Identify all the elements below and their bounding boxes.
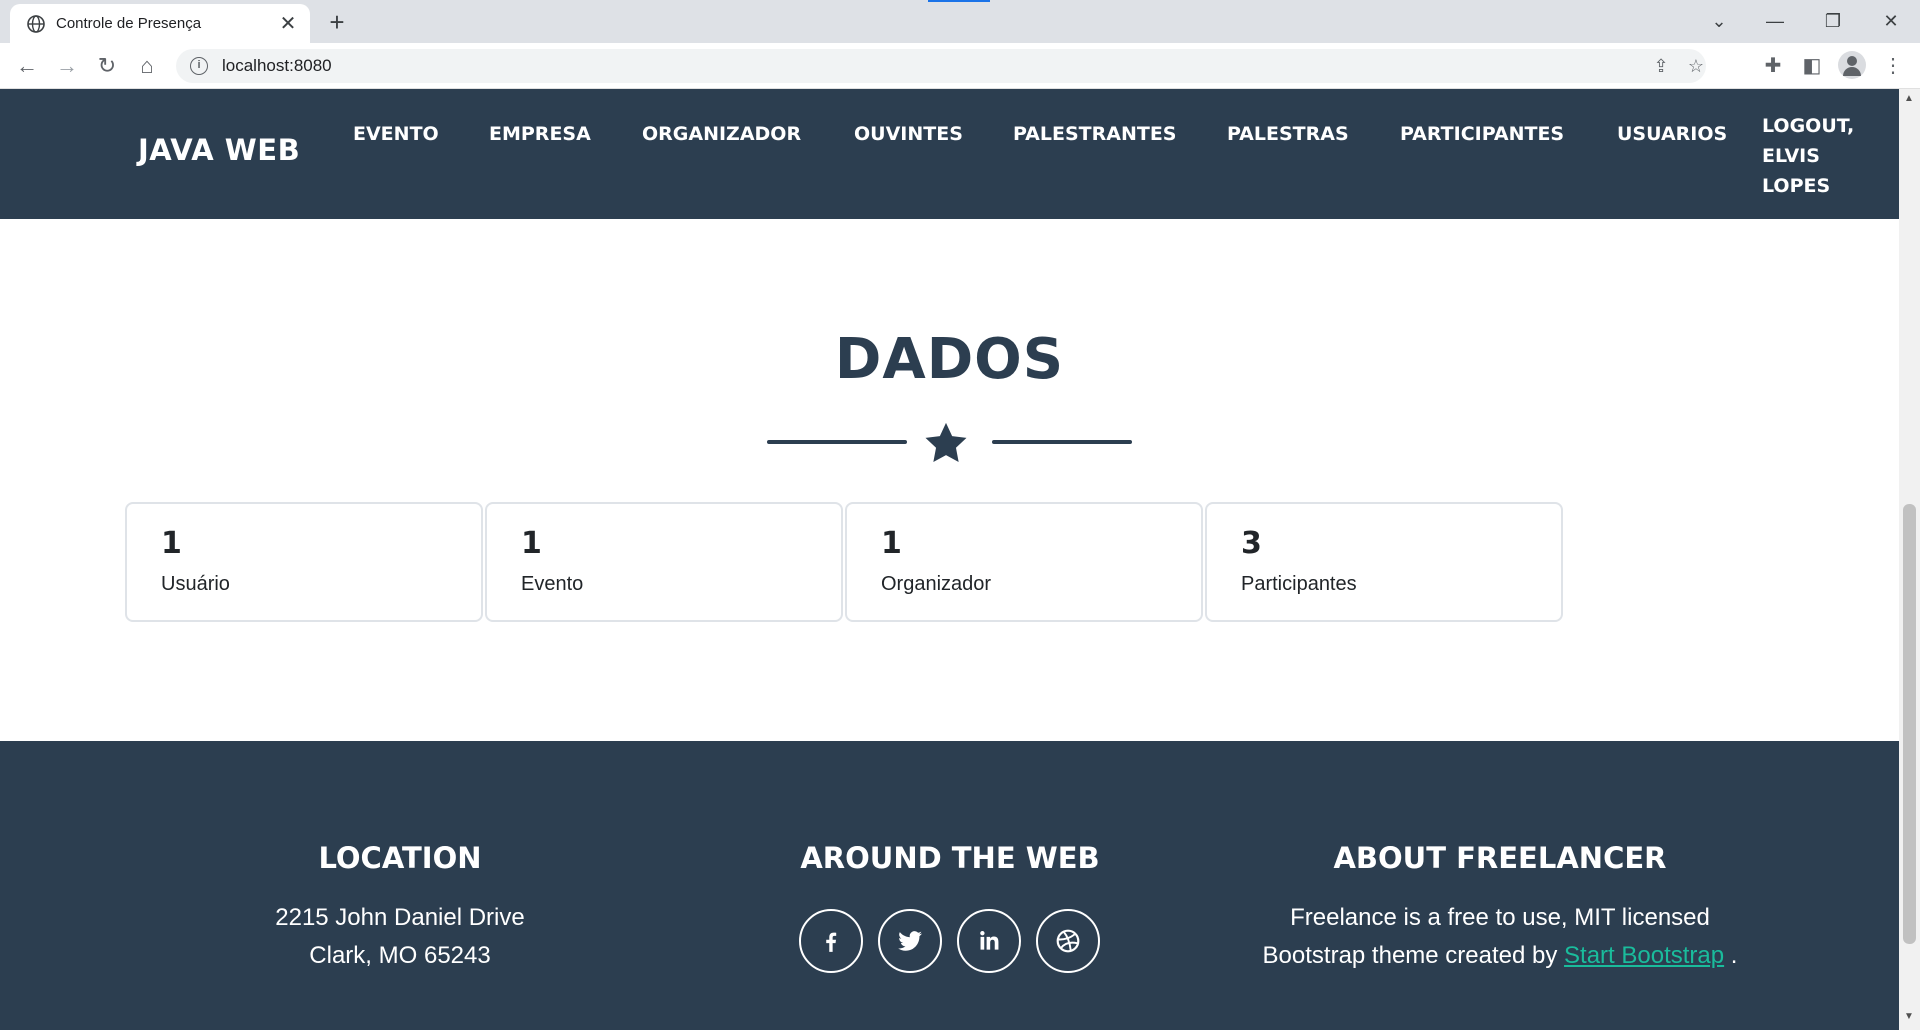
footer-about-text: Freelance is a free to use, MIT licensed… [1250,899,1750,975]
new-tab-button[interactable]: + [322,8,352,38]
logout-line-3: LOPES [1762,175,1831,197]
nav-link-participantes[interactable]: PARTICIPANTES [1400,123,1564,145]
minimize-button[interactable]: — [1752,6,1798,36]
side-panel-icon[interactable]: ◧ [1797,51,1827,81]
stat-card-evento: 1 Evento [485,502,843,622]
nav-link-ouvintes[interactable]: OUVINTES [854,123,963,145]
reload-icon[interactable]: ↻ [92,51,122,81]
restore-button[interactable]: ❐ [1810,6,1856,36]
about-line-2-prefix: Bootstrap theme created by [1262,942,1565,969]
home-icon[interactable]: ⌂ [132,51,162,81]
nav-link-palestrantes[interactable]: PALESTRANTES [1013,123,1176,145]
facebook-icon[interactable] [799,909,863,973]
start-bootstrap-link[interactable]: Start Bootstrap [1564,942,1724,969]
linkedin-icon[interactable] [957,909,1021,973]
dribbble-icon[interactable] [1036,909,1100,973]
extensions-icon[interactable]: ✚ [1758,51,1788,81]
brand-logo[interactable]: JAVA WEB [138,133,300,167]
stat-label: Organizador [881,573,992,595]
browser-toolbar: ← → ↻ ⌂ i localhost:8080 ⇪ ☆ ✚ ◧ ⋮ [0,43,1920,89]
stat-value: 1 [161,526,182,561]
nav-link-organizador[interactable]: ORGANIZADOR [642,123,801,145]
share-icon[interactable]: ⇪ [1646,49,1676,83]
nav-link-logout[interactable]: LOGOUT, ELVIS LOPES [1762,111,1872,201]
stat-label: Evento [521,573,584,595]
logout-line-1: LOGOUT, [1762,115,1855,137]
footer-about-title: ABOUT FREELANCER [1333,841,1667,875]
star-icon [925,422,967,462]
stat-label: Participantes [1241,573,1357,595]
close-tab-icon[interactable]: ✕ [278,11,298,36]
url-text: localhost:8080 [222,56,332,75]
globe-icon [27,14,45,33]
scroll-down-icon[interactable]: ▼ [1904,1011,1914,1022]
logout-line-2: ELVIS [1762,145,1820,167]
close-window-button[interactable]: ✕ [1868,6,1914,36]
forward-icon[interactable]: → [52,51,82,81]
footer-location-title: LOCATION [318,841,482,875]
stat-card-participantes: 3 Participantes [1205,502,1563,622]
stat-card-organizador: 1 Organizador [845,502,1203,622]
page-scrollbar[interactable]: ▲ ▼ [1899,89,1920,1030]
address-line-2: Clark, MO 65243 [309,942,491,969]
page-viewport: JAVA WEB EVENTO EMPRESA ORGANIZADOR OUVI… [0,89,1899,1030]
divider-line-right [992,440,1132,444]
footer-web-title: AROUND THE WEB [800,841,1100,875]
nav-link-evento[interactable]: EVENTO [353,123,439,145]
footer-location: LOCATION 2215 John Daniel Drive Clark, MO… [150,841,650,975]
page-title: DADOS [834,327,1065,392]
address-bar[interactable]: i localhost:8080 ⇪ ☆ [176,49,1706,83]
divider-line-left [767,440,907,444]
footer-around-the-web: AROUND THE WEB [700,841,1200,875]
stat-label: Usuário [161,573,230,595]
stat-card-usuario: 1 Usuário [125,502,483,622]
browser-tab[interactable]: Controle de Presença ✕ [10,4,310,43]
site-navbar: JAVA WEB EVENTO EMPRESA ORGANIZADOR OUVI… [0,89,1899,219]
stat-value: 1 [521,526,542,561]
tabstrip-accent [928,0,990,2]
nav-link-usuarios[interactable]: USUARIOS [1617,123,1727,145]
twitter-icon[interactable] [878,909,942,973]
about-line-1: Freelance is a free to use, MIT licensed [1290,904,1710,931]
tab-search-icon[interactable]: ⌄ [1696,6,1742,36]
back-icon[interactable]: ← [12,51,42,81]
scrollbar-thumb[interactable] [1903,504,1916,944]
profile-avatar[interactable] [1838,51,1866,79]
nav-link-empresa[interactable]: EMPRESA [489,123,591,145]
footer-about: ABOUT FREELANCER Freelance is a free to … [1250,841,1750,975]
stat-value: 1 [881,526,902,561]
site-footer: LOCATION 2215 John Daniel Drive Clark, MO… [0,741,1899,1030]
nav-link-palestras[interactable]: PALESTRAS [1227,123,1349,145]
menu-icon[interactable]: ⋮ [1878,51,1908,81]
footer-address: 2215 John Daniel Drive Clark, MO 65243 [150,899,650,975]
stat-value: 3 [1241,526,1262,561]
about-line-2-suffix: . [1730,942,1738,969]
bookmark-star-icon[interactable]: ☆ [1681,49,1711,83]
browser-tabstrip: Controle de Presença ✕ + ⌄ — ❐ ✕ [0,0,1920,43]
tab-title: Controle de Presença [56,15,202,32]
site-info-icon[interactable]: i [190,57,208,75]
scroll-up-icon[interactable]: ▲ [1904,93,1914,104]
address-line-1: 2215 John Daniel Drive [275,904,525,931]
